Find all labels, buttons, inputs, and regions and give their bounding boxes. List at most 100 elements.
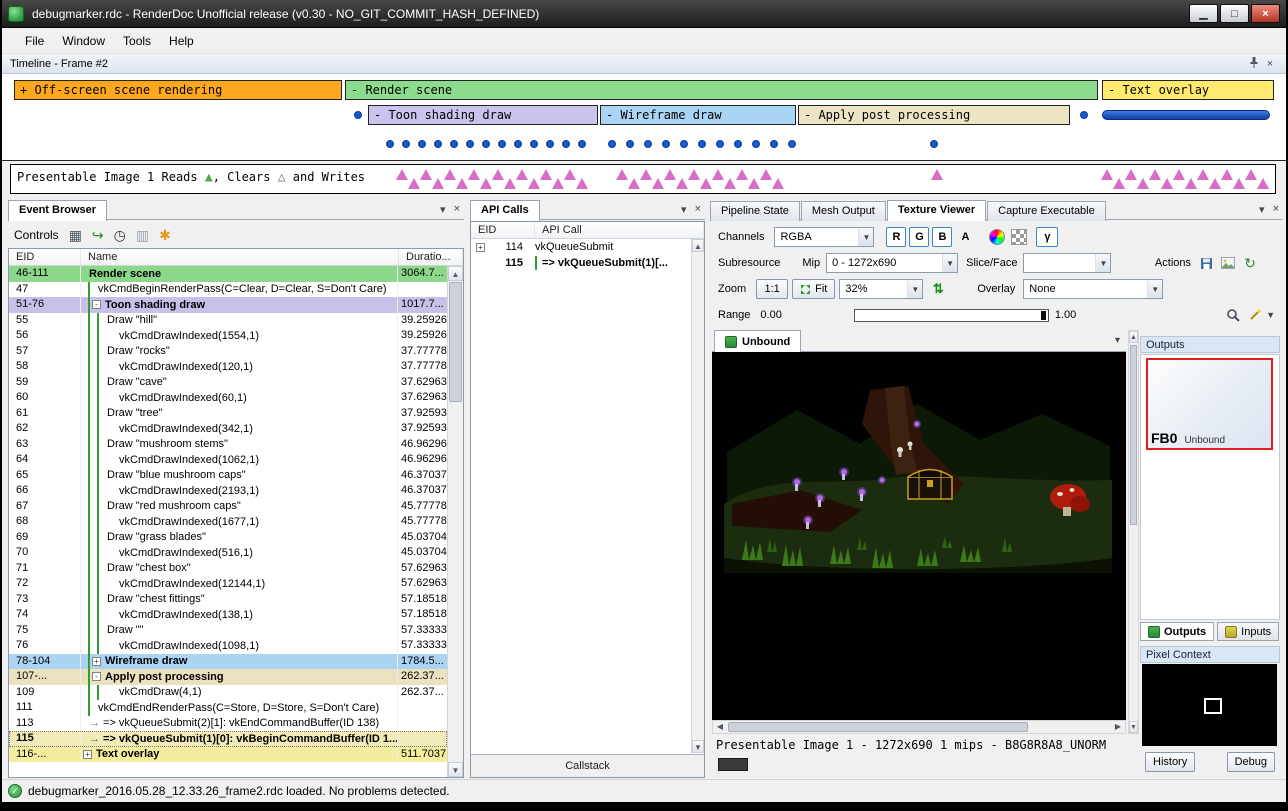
write-marker-triangle[interactable]: [1137, 178, 1149, 189]
stats-icon[interactable]: ▥: [136, 228, 149, 242]
draw-marker-dot[interactable]: [626, 140, 634, 148]
timeline-bar-offscreen[interactable]: + Off-screen scene rendering: [14, 80, 342, 100]
event-row[interactable]: 111vkCmdEndRenderPass(C=Store, D=Store, …: [9, 700, 447, 716]
draw-marker-dot[interactable]: [434, 140, 442, 148]
draw-marker-dot[interactable]: [514, 140, 522, 148]
draw-marker-dot[interactable]: [680, 140, 688, 148]
event-row[interactable]: 62vkCmdDrawIndexed(342,1)37.92593: [9, 421, 447, 437]
write-marker-triangle[interactable]: [492, 169, 504, 180]
range-slider[interactable]: [854, 309, 1049, 322]
close-icon[interactable]: ×: [1262, 58, 1278, 70]
tab-capture-executable[interactable]: Capture Executable: [987, 201, 1106, 221]
timeline-draw-range-bar[interactable]: [1102, 110, 1270, 120]
write-marker-triangle[interactable]: [528, 178, 540, 189]
event-row[interactable]: 116-...+Text overlay511.7037: [9, 747, 447, 763]
timeline-bar-wireframe[interactable]: - Wireframe draw: [600, 105, 796, 125]
column-name[interactable]: Name: [81, 249, 399, 265]
draw-marker-dot[interactable]: [734, 140, 742, 148]
write-marker-triangle[interactable]: [1149, 169, 1161, 180]
menu-tools[interactable]: Tools: [114, 30, 160, 52]
texture-display[interactable]: [712, 352, 1126, 720]
event-row[interactable]: 47vkCmdBeginRenderPass(C=Clear, D=Clear,…: [9, 282, 447, 298]
event-grid-header[interactable]: EID Name Duratio...: [9, 249, 463, 266]
zoom-percent-combo[interactable]: 32% ▼: [839, 279, 923, 299]
time-durations-icon[interactable]: ◷: [114, 228, 126, 242]
write-marker-triangle[interactable]: [432, 178, 444, 189]
event-row[interactable]: 68vkCmdDrawIndexed(1677,1)45.77778: [9, 514, 447, 530]
draw-marker-dot[interactable]: [716, 140, 724, 148]
bookmark-icon[interactable]: ✱: [159, 228, 171, 242]
draw-marker-dot[interactable]: [930, 140, 938, 148]
write-marker-triangle[interactable]: [688, 169, 700, 180]
draw-marker-dot[interactable]: [354, 111, 362, 119]
channel-b-button[interactable]: B: [932, 227, 952, 247]
write-marker-triangle[interactable]: [1101, 169, 1113, 180]
event-browser-scrollbar[interactable]: ▲ ▼: [447, 266, 463, 777]
write-marker-triangle[interactable]: [504, 178, 516, 189]
chevron-down-icon[interactable]: ▾: [681, 203, 687, 216]
event-row[interactable]: 72vkCmdDrawIndexed(12144,1)57.62963: [9, 576, 447, 592]
write-marker-triangle[interactable]: [420, 169, 432, 180]
write-marker-triangle[interactable]: [760, 169, 772, 180]
chevron-down-icon[interactable]: ▾: [440, 203, 446, 216]
overlay-dropdown[interactable]: None ▼: [1023, 279, 1163, 299]
event-row[interactable]: 75Draw ""57.33333: [9, 623, 447, 639]
tab-event-browser[interactable]: Event Browser: [8, 200, 107, 221]
scroll-up-icon[interactable]: ▲: [692, 239, 704, 252]
texture-tab-unbound[interactable]: Unbound: [714, 330, 801, 352]
write-marker-triangle[interactable]: [576, 178, 588, 189]
refresh-icon[interactable]: ↻: [1239, 253, 1261, 273]
draw-marker-dot[interactable]: [608, 140, 616, 148]
draw-marker-dot[interactable]: [578, 140, 586, 148]
timeline-bar-post-processing[interactable]: - Apply post processing: [798, 105, 1070, 125]
fb0-thumbnail[interactable]: FB0 Unbound: [1146, 358, 1273, 450]
event-row[interactable]: 61Draw "tree"37.92593: [9, 406, 447, 422]
draw-marker-dot[interactable]: [418, 140, 426, 148]
write-marker-triangle[interactable]: [1173, 169, 1185, 180]
expand-icon[interactable]: +: [83, 750, 92, 759]
close-icon[interactable]: ×: [454, 203, 460, 216]
event-row[interactable]: 107-...-Apply post processing262.37...: [9, 669, 447, 685]
tab-outputs[interactable]: Outputs: [1140, 622, 1214, 641]
api-call-row[interactable]: +114vkQueueSubmit: [471, 239, 691, 255]
draw-marker-dot[interactable]: [644, 140, 652, 148]
pixel-context-view[interactable]: [1142, 664, 1277, 746]
draw-marker-dot[interactable]: [530, 140, 538, 148]
event-row[interactable]: 51-76-Toon shading draw1017.7...: [9, 297, 447, 313]
write-marker-triangle[interactable]: [1233, 178, 1245, 189]
menu-window[interactable]: Window: [53, 30, 114, 52]
event-row[interactable]: 115→=> vkQueueSubmit(1)[0]: vkBeginComma…: [9, 731, 447, 747]
event-row[interactable]: 55Draw "hill"39.25926: [9, 313, 447, 329]
write-marker-triangle[interactable]: [700, 178, 712, 189]
tab-api-calls[interactable]: API Calls: [470, 200, 540, 221]
tab-texture-viewer[interactable]: Texture Viewer: [887, 200, 986, 221]
scroll-left-icon[interactable]: ◀: [713, 721, 727, 733]
expand-icon[interactable]: +: [476, 243, 485, 252]
resource-usage-strip[interactable]: Presentable Image 1 Reads ▲, Clears △ an…: [10, 164, 1276, 194]
write-marker-triangle[interactable]: [1161, 178, 1173, 189]
scrollbar-thumb[interactable]: [1130, 345, 1137, 525]
texture-hscrollbar[interactable]: ◀ ▶: [712, 720, 1126, 734]
scroll-down-icon[interactable]: ▼: [692, 740, 704, 753]
write-marker-triangle[interactable]: [444, 169, 456, 180]
event-row[interactable]: 69Draw "grass blades"45.03704: [9, 530, 447, 546]
channel-g-button[interactable]: G: [909, 227, 929, 247]
jump-to-eid-icon[interactable]: ↪: [92, 228, 104, 242]
timeline-track[interactable]: + Off-screen scene rendering - Render sc…: [2, 74, 1286, 161]
write-marker-triangle[interactable]: [772, 178, 784, 189]
write-marker-triangle[interactable]: [931, 169, 943, 180]
scroll-up-icon[interactable]: ▲: [1129, 331, 1138, 343]
draw-marker-dot[interactable]: [546, 140, 554, 148]
timeline-bar-toon-shading[interactable]: - Toon shading draw: [368, 105, 598, 125]
magnifier-icon[interactable]: [1222, 305, 1244, 325]
write-marker-triangle[interactable]: [712, 169, 724, 180]
api-grid-header[interactable]: EID API Call: [471, 222, 704, 239]
range-slider-handle[interactable]: [1041, 311, 1046, 320]
scroll-up-icon[interactable]: ▲: [448, 266, 463, 281]
tab-inputs[interactable]: Inputs: [1217, 622, 1279, 641]
scrollbar-thumb[interactable]: [449, 282, 462, 402]
write-marker-triangle[interactable]: [1125, 169, 1137, 180]
event-row[interactable]: 113→=> vkQueueSubmit(2)[1]: vkEndCommand…: [9, 716, 447, 732]
write-marker-triangle[interactable]: [456, 178, 468, 189]
write-marker-triangle[interactable]: [552, 178, 564, 189]
